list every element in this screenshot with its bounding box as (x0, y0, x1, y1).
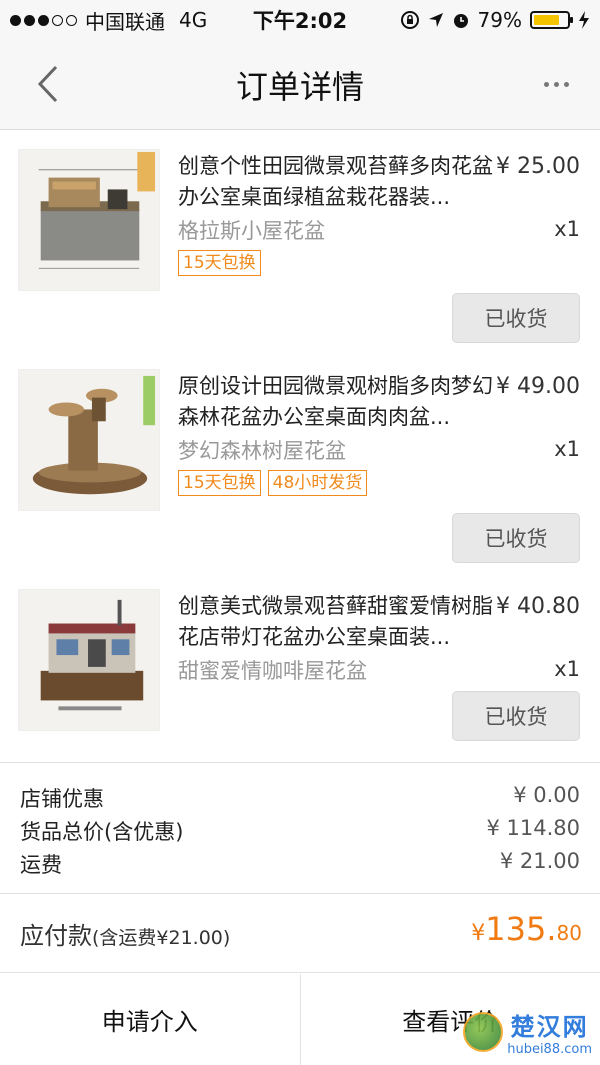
watermark-text: 楚汉网 hubei88.com (507, 1007, 592, 1057)
carrier-label: 中国联通 (85, 9, 165, 34)
order-items: 创意个性田园微景观苔藓多肉花盆办公室桌面绿植盆栽花器装... ¥ 25.00 格… (0, 131, 600, 791)
shop-discount-value: ¥ 0.00 (513, 783, 580, 807)
product-image[interactable] (18, 589, 160, 731)
watermark-url: hubei88.com (507, 1042, 592, 1057)
shop-discount-label: 店铺优惠 (20, 787, 104, 811)
product-image[interactable] (18, 149, 160, 291)
status-left: 中国联通 4G (10, 6, 207, 35)
watermark-name: 楚汉网 (510, 1013, 589, 1041)
more-dots-icon[interactable] (536, 70, 576, 98)
battery-percent: 79% (477, 8, 522, 32)
item-spec: 梦幻森林树屋花盆 (178, 439, 346, 463)
received-status-button[interactable]: 已收货 (452, 293, 580, 343)
order-item[interactable]: 创意个性田园微景观苔藓多肉花盆办公室桌面绿植盆栽花器装... ¥ 25.00 格… (0, 131, 600, 351)
item-quantity: x1 (554, 217, 580, 241)
item-tags: 15天包换 48小时发货 (178, 470, 368, 496)
alarm-icon (452, 11, 470, 29)
total-amount: ¥135.80 (471, 910, 582, 948)
total-amount-dec: 80 (556, 921, 582, 945)
total-bar: 应付款(含运费¥21.00) ¥135.80 (0, 893, 600, 973)
lock-rotation-icon (400, 10, 420, 30)
tag-badge: 15天包换 (178, 250, 261, 276)
received-status-button[interactable]: 已收货 (452, 691, 580, 741)
shipping-row: 运费 ¥ 21.00 (0, 849, 600, 882)
watermark-logo-icon (463, 1012, 504, 1052)
network-label: 4G (179, 8, 208, 32)
product-image[interactable] (18, 369, 160, 511)
goods-total-value: ¥ 114.80 (486, 816, 580, 840)
battery-icon (530, 11, 573, 29)
received-status-button[interactable]: 已收货 (452, 513, 580, 563)
order-item[interactable]: 创意美式微景观苔藓甜蜜爱情树脂花店带灯花盆办公室桌面装... ¥ 40.80 甜… (0, 571, 600, 791)
item-spec: 甜蜜爱情咖啡屋花盆 (178, 659, 367, 683)
tag-badge: 15天包换 (178, 470, 261, 496)
item-quantity: x1 (554, 437, 580, 461)
order-item[interactable]: 原创设计田园微景观树脂多肉梦幻森林花盆办公室桌面肉肉盆... ¥ 49.00 梦… (0, 351, 600, 571)
status-right: 79% (400, 8, 590, 32)
nav-bar: 订单详情 (0, 40, 600, 130)
shop-discount-row: 店铺优惠 ¥ 0.00 (0, 783, 600, 816)
battery-fill (534, 15, 560, 25)
item-price: ¥ 40.80 (496, 594, 580, 619)
item-title[interactable]: 创意个性田园微景观苔藓多肉花盆办公室桌面绿植盆栽花器装... (178, 151, 498, 213)
item-price: ¥ 25.00 (496, 154, 580, 179)
item-title[interactable]: 原创设计田园微景观树脂多肉梦幻森林花盆办公室桌面肉肉盆... (178, 371, 498, 433)
apply-intervention-button[interactable]: 申请介入 (0, 974, 300, 1065)
status-bar: 中国联通 4G 下午2:02 79% (0, 0, 600, 40)
goods-total-row: 货品总价(含优惠) ¥ 114.80 (0, 816, 600, 849)
item-price: ¥ 49.00 (496, 374, 580, 399)
page-title: 订单详情 (235, 68, 364, 106)
charging-icon (578, 11, 590, 29)
item-title[interactable]: 创意美式微景观苔藓甜蜜爱情树脂花店带灯花盆办公室桌面装... (178, 591, 498, 653)
goods-total-label: 货品总价(含优惠) (20, 820, 184, 844)
total-label: 应付款(含运费¥21.00) (20, 916, 230, 951)
watermark: 楚汉网 hubei88.com (463, 1007, 592, 1057)
signal-icon (10, 14, 77, 26)
item-spec: 格拉斯小屋花盆 (178, 219, 325, 243)
tag-badge: 48小时发货 (267, 470, 368, 496)
total-label-text: 应付款 (20, 922, 92, 950)
item-tags: 15天包换 (178, 250, 261, 276)
location-arrow-icon (428, 12, 444, 28)
price-summary: 店铺优惠 ¥ 0.00 货品总价(含优惠) ¥ 114.80 运费 ¥ 21.0… (0, 762, 600, 882)
total-sub-label: (含运费¥21.00) (92, 927, 231, 949)
total-amount-int: 135. (485, 910, 557, 948)
total-currency: ¥ (471, 921, 486, 946)
item-quantity: x1 (554, 657, 580, 681)
shipping-label: 运费 (20, 853, 62, 877)
shipping-value: ¥ 21.00 (499, 849, 580, 873)
